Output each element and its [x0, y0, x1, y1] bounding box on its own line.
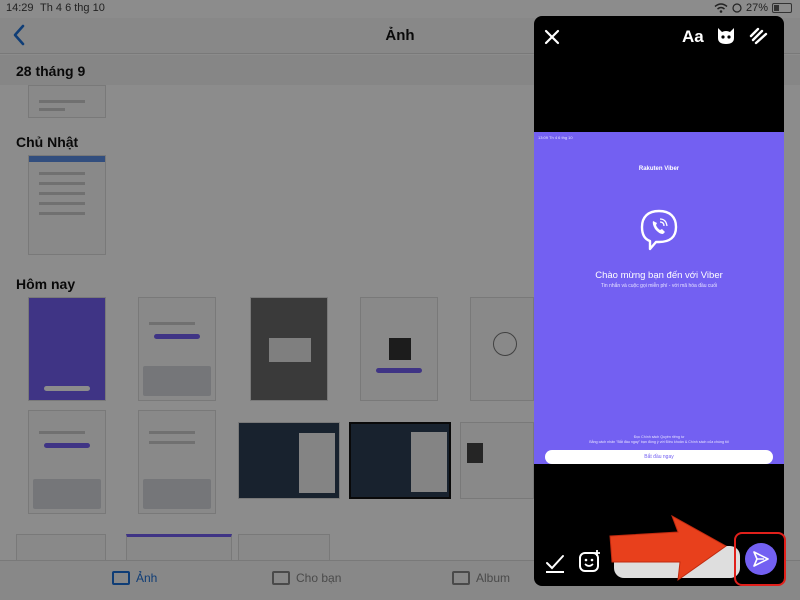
battery-percent: 27% — [745, 2, 768, 14]
preview-legal-line-2: Bằng cách nhấn "Bắt đầu ngay" bạn đồng ý… — [589, 440, 729, 444]
preview-brand-logo: Rakuten Viber — [638, 166, 680, 172]
status-date: Th 4 6 thg 10 — [40, 2, 105, 14]
wifi-icon — [714, 3, 728, 13]
preview-subtitle: Tin nhắn và cuộc gọi miễn phí - với mã h… — [600, 283, 718, 289]
viber-logo-icon — [640, 209, 678, 251]
status-time: 14:29 — [6, 2, 34, 14]
draw-icon[interactable] — [748, 26, 770, 46]
preview-start-button: Bắt đầu ngay — [545, 450, 773, 464]
text-tool-button[interactable]: Aa — [682, 27, 704, 47]
orientation-lock-icon — [732, 3, 742, 13]
media-editor-panel: Aa 13:09 Th 4 6 thg 10 Rakuten Viber Chà… — [534, 16, 784, 586]
preview-legal-text: Đọc Chính sách Quyền riêng tư Bằng cách … — [554, 435, 764, 445]
mask-icon[interactable] — [716, 26, 736, 46]
sticker-icon[interactable] — [578, 549, 602, 573]
close-icon[interactable] — [543, 28, 561, 46]
send-icon — [753, 551, 769, 567]
battery-icon — [772, 3, 792, 13]
image-preview: 13:09 Th 4 6 thg 10 Rakuten Viber Chào m… — [534, 132, 784, 464]
send-button[interactable] — [745, 543, 777, 575]
status-right: 27% — [714, 2, 792, 14]
preview-status-bar: 13:09 Th 4 6 thg 10 — [538, 135, 573, 140]
annotation-arrow-icon — [609, 514, 727, 582]
preview-welcome-text: Chào mừng bạn đến với Viber — [595, 270, 723, 281]
check-icon[interactable] — [544, 552, 566, 574]
